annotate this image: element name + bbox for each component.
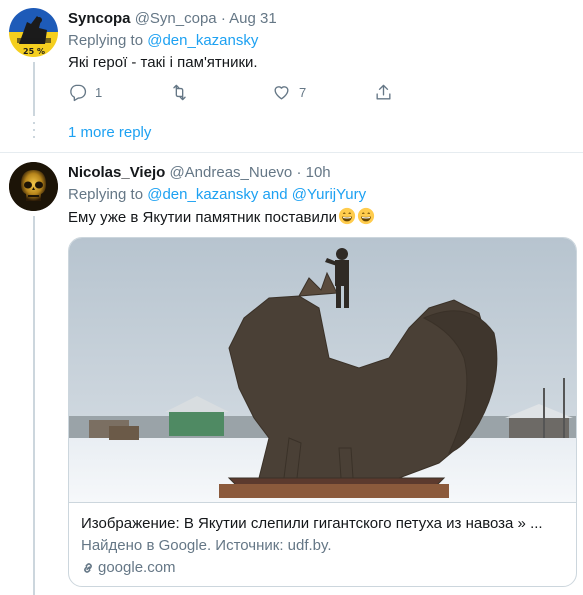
- card-description: Найдено в Google. Источник: udf.by.: [81, 537, 332, 554]
- card-image-rooster-statue[interactable]: [69, 238, 577, 502]
- tweet-text: Які герої - такі і пам'ятники.: [68, 54, 258, 71]
- like-count: 7: [299, 84, 307, 100]
- thread-dots: [33, 122, 35, 143]
- thread-line: [33, 62, 35, 116]
- replying-prefix: Replying to: [68, 32, 148, 49]
- replying-to: Replying to @den_kazansky: [68, 31, 575, 51]
- mention-link[interactable]: @den_kazansky: [147, 186, 258, 203]
- retweet-button[interactable]: [170, 82, 272, 102]
- reply-icon: [70, 84, 87, 101]
- separator-dot: ·: [296, 164, 302, 181]
- card-body[interactable]: Изображение: В Якутии слепили гигантског…: [69, 502, 576, 586]
- grinning-face-emoji-icon: [357, 207, 375, 225]
- tweet-text-body: Ему уже в Якутии памятник поставили: [68, 209, 338, 226]
- mention-link[interactable]: @YurijYury: [292, 186, 366, 203]
- user-handle[interactable]: @Andreas_Nuevo: [169, 164, 292, 181]
- user-handle[interactable]: @Syn_copa: [135, 10, 217, 27]
- replying-and: and: [258, 186, 292, 203]
- display-name[interactable]: Nicolas_Viejo: [68, 164, 165, 181]
- link-icon: [84, 563, 92, 573]
- reply-count: 1: [95, 84, 103, 100]
- display-name[interactable]: Syncopa: [68, 10, 131, 27]
- replying-to: Replying to @den_kazansky and @YurijYury: [68, 185, 575, 205]
- tweet-header: Nicolas_Viejo @Andreas_Nuevo · 10h: [68, 163, 575, 183]
- grinning-face-emoji-icon: [338, 207, 356, 225]
- tweet-actions: 1 7: [68, 82, 476, 102]
- timestamp[interactable]: 10h: [306, 164, 331, 181]
- share-button[interactable]: [374, 82, 476, 102]
- share-icon: [376, 84, 391, 100]
- replying-prefix: Replying to: [68, 186, 148, 203]
- tweet-nicolas-viejo[interactable]: Nicolas_Viejo @Andreas_Nuevo · 10h Reply…: [0, 153, 583, 595]
- card-domain[interactable]: google.com: [81, 558, 564, 578]
- reply-button[interactable]: 1: [68, 82, 170, 102]
- thread-line: [33, 216, 35, 595]
- card-title[interactable]: Изображение: В Якутии слепили гигантског…: [81, 514, 564, 534]
- more-reply-link[interactable]: 1 more reply: [68, 124, 151, 141]
- retweet-icon: [173, 84, 186, 100]
- tweet-syncopa[interactable]: 25 % Syncopa @Syn_copa · Aug 31 Replying…: [0, 0, 583, 150]
- avatar-syncopa[interactable]: 25 %: [9, 8, 58, 57]
- link-card[interactable]: Изображение: В Якутии слепили гигантског…: [68, 237, 577, 587]
- like-button[interactable]: 7: [272, 82, 374, 102]
- mention-link[interactable]: @den_kazansky: [147, 32, 258, 49]
- avatar-nicolas-viejo[interactable]: [9, 162, 58, 211]
- card-domain-text: google.com: [98, 559, 176, 576]
- avatar-badge-text: 25 %: [23, 47, 45, 56]
- tweet-header: Syncopa @Syn_copa · Aug 31: [68, 9, 575, 29]
- heart-icon: [274, 85, 289, 100]
- timestamp[interactable]: Aug 31: [229, 10, 277, 27]
- tweet-text: Ему уже в Якутии памятник поставили: [68, 207, 575, 228]
- separator-dot: ·: [220, 10, 226, 27]
